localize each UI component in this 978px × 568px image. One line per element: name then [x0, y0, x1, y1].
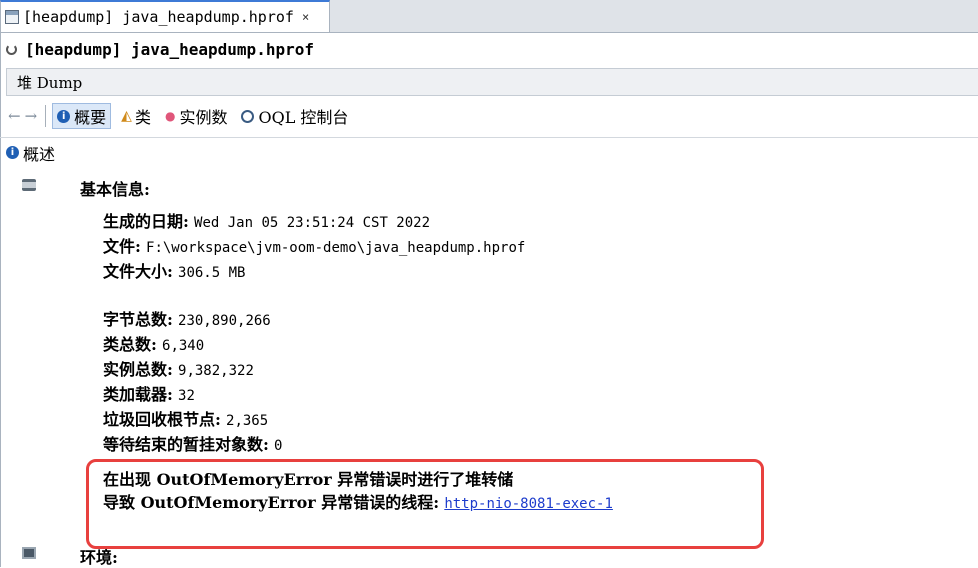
- tab-heapdump[interactable]: [heapdump] java_heapdump.hprof ×: [0, 0, 330, 32]
- classes-icon: ◭: [121, 108, 132, 124]
- summary-label: 概要: [74, 108, 107, 127]
- instance-dot-icon: ●: [164, 109, 176, 123]
- info-row-classloaders: 类加载器: 32: [103, 385, 195, 404]
- forward-arrow-icon[interactable]: →: [25, 107, 38, 125]
- page-title: [heapdump] java_heapdump.hprof: [25, 40, 314, 59]
- classes-button[interactable]: ◭ 类: [117, 103, 155, 129]
- oql-icon: [241, 109, 255, 123]
- basic-info-heading: 基本信息:: [22, 176, 150, 200]
- tab-label: [heapdump] java_heapdump.hprof: [23, 8, 294, 26]
- thread-link[interactable]: http-nio-8081-exec-1: [444, 496, 613, 512]
- oom-line-dump: 在出现 OutOfMemoryError 异常错误时进行了堆转储: [103, 470, 514, 489]
- oql-label: OQL 控制台: [258, 108, 349, 127]
- subtab-heap-dump[interactable]: 堆 Dump: [17, 72, 82, 93]
- editor-tab-strip: [heapdump] java_heapdump.hprof ×: [0, 0, 978, 33]
- document-title-row: [heapdump] java_heapdump.hprof: [0, 33, 978, 66]
- summary-button[interactable]: i 概要: [52, 103, 112, 129]
- disk-icon: [22, 179, 36, 191]
- oom-line-thread: 导致 OutOfMemoryError 异常错误的线程: http-nio-80…: [103, 493, 613, 512]
- info-row-gc-roots: 垃圾回收根节点: 2,365: [103, 410, 269, 429]
- info-row-bytes: 字节总数: 230,890,266: [103, 310, 271, 329]
- environment-heading: 环境:: [22, 544, 118, 568]
- toolbar: ← → i 概要 ◭ 类 ● 实例数 OQL 控制台: [6, 100, 978, 132]
- oql-console-button[interactable]: OQL 控制台: [237, 103, 352, 129]
- loading-spinner-icon: [6, 44, 17, 55]
- info-icon: i: [6, 146, 19, 159]
- subtab-bar: 堆 Dump: [6, 68, 978, 96]
- monitor-icon: [22, 547, 36, 559]
- info-icon: i: [57, 109, 71, 123]
- document-icon: [5, 10, 19, 24]
- section-title: 概述: [23, 144, 56, 164]
- info-row-pending-finalization: 等待结束的暂挂对象数: 0: [103, 435, 283, 454]
- section-header-overview: i 概述: [0, 137, 978, 167]
- left-border: [0, 32, 1, 567]
- classes-label: 类: [134, 108, 151, 127]
- instances-button[interactable]: ● 实例数: [161, 103, 232, 129]
- back-arrow-icon[interactable]: ←: [8, 107, 21, 125]
- instances-label: 实例数: [179, 108, 228, 127]
- info-row-date: 生成的日期: Wed Jan 05 23:51:24 CST 2022: [103, 212, 431, 231]
- toolbar-separator: [45, 105, 47, 127]
- info-row-size: 文件大小: 306.5 MB: [103, 262, 246, 281]
- close-icon[interactable]: ×: [302, 10, 309, 24]
- info-row-classes: 类总数: 6,340: [103, 335, 205, 354]
- info-row-file: 文件: F:\workspace\jvm-oom-demo\java_heapd…: [103, 237, 526, 256]
- basic-info-list: 生成的日期: Wed Jan 05 23:51:24 CST 2022 文件: …: [103, 210, 525, 458]
- info-row-instances: 实例总数: 9,382,322: [103, 360, 254, 379]
- oom-info: 在出现 OutOfMemoryError 异常错误时进行了堆转储 导致 OutO…: [103, 468, 613, 516]
